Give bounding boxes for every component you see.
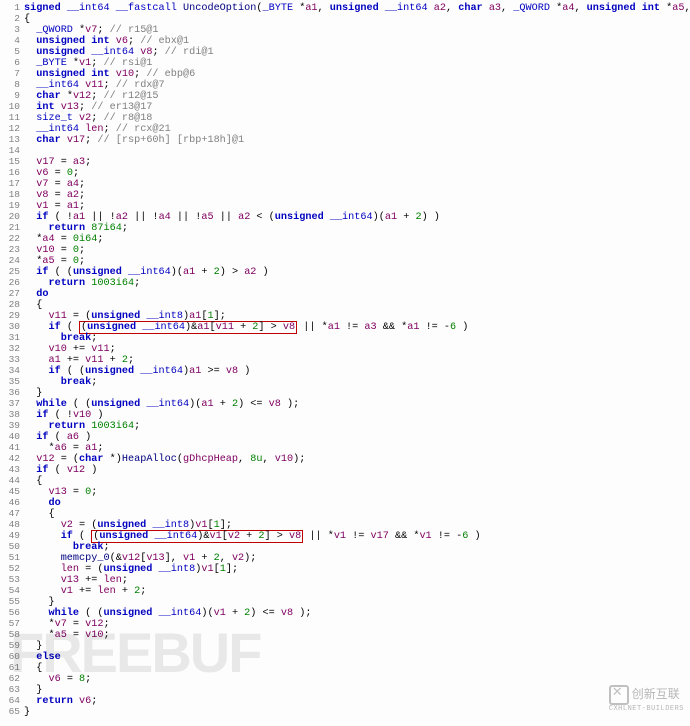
decompiler-view: 1signed __int64 __fastcall UncodeOption(… [0, 0, 690, 719]
api-call: HeapAlloc [122, 454, 177, 465]
highlight-box: (unsigned __int64)&a1[v11 + 2] > v8 [79, 321, 297, 334]
code-text: } [24, 707, 30, 718]
line-number: 1 [2, 2, 24, 13]
function-name: UncodeOption [183, 3, 256, 14]
highlight-box: (unsigned __int64)&v1[v2 + 2] > v8 [91, 530, 303, 543]
code-text: return v6; [24, 696, 97, 707]
code-text: signed __int64 __fastcall UncodeOption(_… [24, 3, 690, 14]
code-text: char v17; // [rsp+60h] [rbp+18h]@1 [24, 135, 244, 146]
